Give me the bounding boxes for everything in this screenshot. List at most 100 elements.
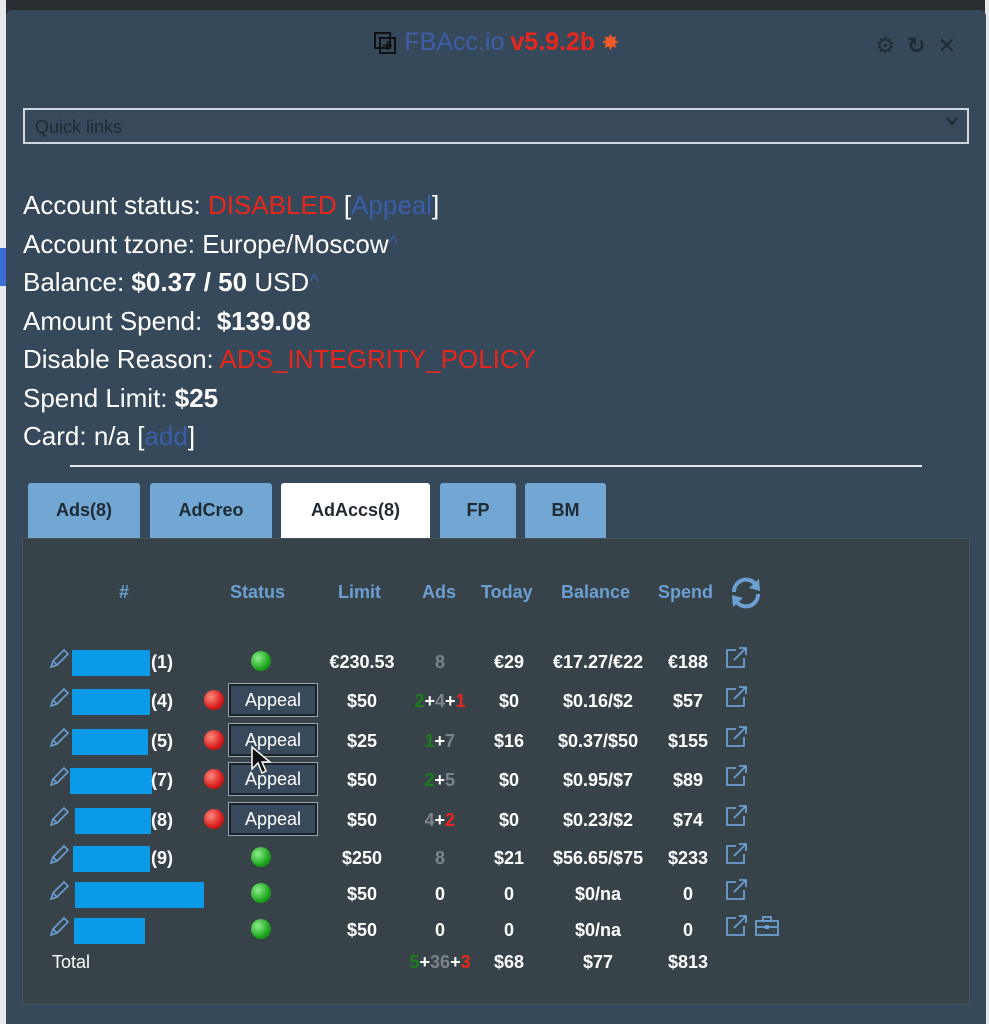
appeal-link[interactable]: Appeal (351, 190, 432, 220)
tab-adcreo[interactable]: AdCreo (150, 483, 272, 538)
ads-count-part: + (445, 691, 456, 711)
external-link-icon[interactable] (725, 726, 749, 748)
ads-count-part: 4 (424, 810, 435, 830)
appeal-button[interactable]: Appeal (228, 762, 318, 796)
refresh-all-icon[interactable] (726, 576, 766, 610)
ads-cell: 8 (435, 652, 445, 673)
ads-count-part: + (434, 770, 446, 790)
pencil-icon[interactable] (48, 916, 70, 938)
ads-count-part: 1 (424, 731, 435, 751)
tab-bm[interactable]: BM (525, 483, 606, 538)
quick-links-select[interactable]: Quick links (23, 108, 969, 144)
external-link-icon[interactable] (725, 843, 749, 865)
account-index: (9) (151, 848, 173, 868)
balance-line: Balance: $0.37 / 50 USD^ (23, 267, 319, 297)
balance-cell: $0.23/$2 (563, 810, 634, 830)
total-ads: 5+36+3 (410, 952, 471, 973)
pencil-icon[interactable] (48, 880, 70, 902)
quick-links-value: Quick links (35, 117, 123, 137)
balance-cell: $56.65/$75 (553, 848, 644, 868)
pencil-icon[interactable] (48, 844, 70, 866)
limit-cell: $50 (347, 810, 378, 830)
col-header-ads: Ads (422, 582, 457, 602)
extension-panel: FBAcc.io v5.9.2b ✸ ⚙ ↻ ✕ Quick links Acc… (6, 10, 986, 1024)
today-cell: 0 (504, 920, 515, 940)
today-cell: $21 (494, 848, 525, 868)
ads-cell: 0 (435, 920, 445, 941)
external-link-icon[interactable] (725, 686, 749, 708)
spend-cell: $74 (673, 810, 704, 830)
balance-cell: $0.95/$7 (563, 770, 634, 790)
appeal-button[interactable]: Appeal (228, 723, 318, 757)
tab-fp[interactable]: FP (440, 483, 516, 538)
panel-header: FBAcc.io v5.9.2b ✸ ⚙ ↻ ✕ (6, 28, 986, 68)
toolkit-icon[interactable] (754, 915, 780, 937)
copy-icon[interactable] (372, 30, 398, 56)
amount-spend-line: Amount Spend: $139.08 (23, 305, 311, 336)
ads-count-part: + (434, 810, 446, 830)
redacted-account-name[interactable] (74, 918, 145, 944)
pencil-icon[interactable] (48, 766, 70, 788)
close-icon[interactable]: ✕ (938, 30, 956, 62)
ads-count-part: 2 (414, 691, 425, 711)
refresh-icon[interactable]: ↻ (907, 30, 925, 62)
spend-cell: €188 (668, 652, 709, 672)
card-line: Card: n/a [add] (23, 421, 196, 451)
ads-count-part: + (434, 731, 446, 751)
redacted-account-name[interactable] (75, 808, 151, 834)
limit-cell: $250 (342, 848, 383, 868)
col-header-balance: Balance (561, 582, 631, 602)
add-card-link[interactable]: add (144, 421, 187, 451)
limit-cell: $25 (347, 731, 378, 751)
limit-cell: $50 (347, 920, 378, 940)
ads-cell: 1+7 (425, 731, 456, 752)
header-actions: ⚙ ↻ ✕ (875, 30, 956, 62)
col-header-status: Status (230, 582, 286, 602)
balance-cell: $0/na (575, 920, 622, 940)
redacted-account-name[interactable] (75, 882, 204, 908)
external-link-icon[interactable] (725, 879, 749, 901)
account-info: Account status: DISABLED [Appeal] Accoun… (23, 186, 536, 456)
spend-cell: 0 (683, 920, 694, 940)
balance-caret-link[interactable]: ^ (309, 271, 318, 293)
tab-adaccs[interactable]: AdAccs(8) (281, 483, 430, 538)
today-cell: $0 (499, 770, 520, 790)
external-link-icon[interactable] (725, 647, 749, 669)
burst-icon: ✸ (601, 29, 620, 55)
pencil-icon[interactable] (48, 806, 70, 828)
appeal-button[interactable]: Appeal (228, 802, 318, 836)
gear-icon[interactable]: ⚙ (875, 30, 895, 62)
total-balance: $77 (583, 952, 614, 972)
pencil-icon[interactable] (48, 687, 70, 709)
amount-spend-value: $139.08 (216, 305, 311, 336)
ads-count-part: 0 (435, 884, 446, 904)
app-name: FBAcc.io (404, 28, 505, 56)
external-link-icon[interactable] (725, 765, 749, 787)
redacted-account-name[interactable] (72, 689, 150, 715)
redacted-account-name[interactable] (73, 846, 150, 872)
tab-ads[interactable]: Ads(8) (28, 483, 140, 538)
tzone-caret-link[interactable]: ^ (389, 233, 398, 255)
balance-value: $0.37 / 50 (131, 267, 248, 297)
ads-count-part: 4 (435, 691, 446, 711)
today-cell: €29 (494, 652, 525, 672)
external-link-icon[interactable] (725, 805, 749, 827)
redacted-account-name[interactable] (72, 650, 150, 676)
status-disabled-dot (204, 769, 224, 789)
pencil-icon[interactable] (48, 648, 70, 670)
balance-cell: €17.27/€22 (553, 652, 644, 672)
spend-limit-line: Spend Limit: $25 (23, 382, 219, 413)
balance-cell: $0.37/$50 (558, 731, 639, 751)
redacted-account-name[interactable] (70, 768, 152, 794)
pencil-icon[interactable] (48, 727, 70, 749)
external-link-icon[interactable] (725, 915, 749, 937)
ads-cell: 0 (435, 884, 445, 905)
total-spend: $813 (668, 952, 709, 972)
appeal-button[interactable]: Appeal (228, 683, 318, 717)
ads-count-part: 0 (435, 920, 446, 940)
status-disabled-dot (204, 690, 224, 710)
status-active-dot (251, 651, 271, 671)
redacted-account-name[interactable] (72, 729, 148, 755)
ads-count-part: + (450, 952, 461, 972)
ads-count-part: 1 (455, 691, 466, 711)
